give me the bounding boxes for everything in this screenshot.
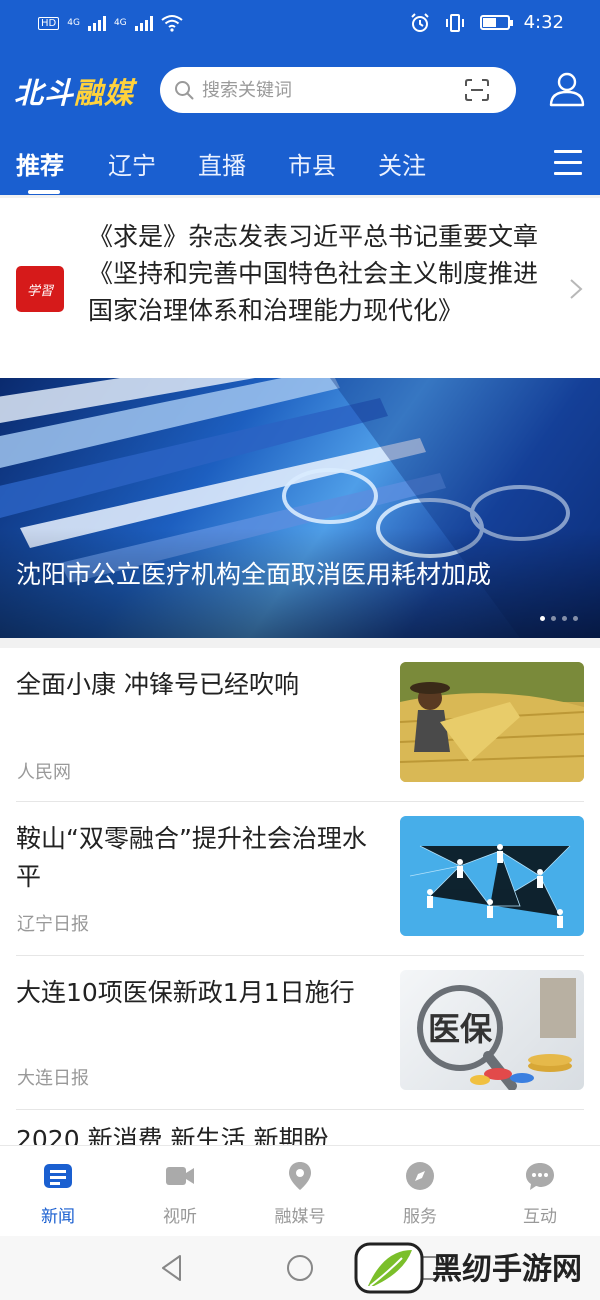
compass-icon [406,1162,434,1190]
news-thumbnail [400,816,584,936]
logo-part2: 融媒 [74,76,135,110]
search-input[interactable] [202,75,452,105]
tab-news[interactable]: 新闻 [8,1156,108,1230]
scan-icon[interactable] [464,78,490,102]
watermark: 黑纫手游网 [350,1238,600,1298]
status-bar: HD 4G 4G 4:32 [0,0,600,48]
tab-label: 服务 [403,1207,437,1227]
carousel-dots [540,616,578,621]
tab-label: 视听 [163,1207,197,1227]
tab-live[interactable]: 直播 [198,146,246,181]
home-icon[interactable] [285,1253,315,1283]
alarm-icon [410,12,429,32]
thumbnail-text: 医保 [428,1010,493,1048]
news-source: 辽宁日报 [17,914,89,935]
xuexi-badge-icon: 学習 [16,266,64,312]
tab-label: 互动 [523,1207,557,1227]
bottom-tab-bar: 新闻 视听 融媒号 服务 互动 [0,1145,600,1235]
carousel-dot[interactable] [540,616,545,621]
status-left: HD 4G 4G [38,14,183,32]
tab-interact[interactable]: 互动 [490,1156,590,1230]
chevron-right-icon [570,279,583,299]
news-item[interactable]: 鞍山“双零融合”提升社会治理水平 辽宁日报 [0,802,600,956]
pinned-article[interactable]: 学習 《求是》杂志发表习近平总书记重要文章《坚持和完善中国特色社会主义制度推进国… [0,198,600,376]
tab-follow[interactable]: 关注 [378,146,426,181]
news-item[interactable]: 全面小康 冲锋号已经吹响 人民网 [0,648,600,802]
hero-banner[interactable]: 沈阳市公立医疗机构全面取消医用耗材加成 [0,378,600,638]
back-icon[interactable] [158,1253,186,1283]
tab-service[interactable]: 服务 [370,1156,470,1230]
active-tab-indicator [28,190,60,194]
carousel-dot[interactable] [551,616,556,621]
carousel-dot[interactable] [573,616,578,621]
tab-video[interactable]: 视听 [130,1156,230,1230]
carousel-dot[interactable] [562,616,567,621]
tab-liaoning[interactable]: 辽宁 [108,146,156,181]
badge-text: 学習 [26,283,53,299]
network-label-2: 4G [113,18,127,28]
news-source: 大连日报 [17,1068,89,1089]
tab-city-county[interactable]: 市县 [288,146,336,181]
news-icon [44,1164,72,1188]
wifi-icon [161,15,183,32]
hero-title: 沈阳市公立医疗机构全面取消医用耗材加成 [16,560,492,589]
location-icon [289,1162,311,1190]
search-bar[interactable] [160,67,516,113]
section-gap [0,638,600,648]
app-logo: 北斗融媒 [14,70,134,112]
status-time: 4:32 [523,12,564,33]
tab-label: 融媒号 [274,1207,326,1227]
news-source: 人民网 [17,762,71,783]
tab-media[interactable]: 融媒号 [250,1156,350,1230]
channel-nav: 推荐 辽宁 直播 市县 关注 [0,140,600,195]
status-right: 4:32 [410,12,564,33]
news-thumbnail: 医保 [400,970,584,1090]
news-item[interactable]: 大连10项医保新政1月1日施行 大连日报 医保 [0,956,600,1110]
logo-part1: 北斗 [14,76,75,110]
network-label-1: 4G [67,18,80,28]
news-title: 鞍山“双零融合”提升社会治理水平 [16,824,367,891]
tab-label: 新闻 [41,1207,75,1227]
search-icon [175,81,194,100]
watermark-logo [354,1242,424,1294]
video-icon [166,1167,194,1185]
signal-icon [87,15,106,31]
battery-icon [479,15,513,30]
menu-icon[interactable] [554,150,582,176]
divider [16,1109,584,1110]
watermark-text: 黑纫手游网 [432,1252,582,1287]
news-title: 全面小康 冲锋号已经吹响 [16,670,299,699]
vibrate-icon [445,13,464,32]
app-header: HD 4G 4G 4:32 北斗融媒 推荐 辽宁 直播 市县 关注 [0,0,600,195]
signal-icon-2 [134,15,153,31]
battery-level [482,18,496,27]
news-title: 大连10项医保新政1月1日施行 [16,978,355,1007]
hd-label: HD [38,16,60,30]
tab-recommend[interactable]: 推荐 [16,146,64,181]
user-icon[interactable] [548,70,586,108]
news-thumbnail [400,662,584,782]
pinned-title: 《求是》杂志发表习近平总书记重要文章《坚持和完善中国特色社会主义制度推进国家治理… [88,222,539,325]
chat-icon [526,1163,554,1190]
